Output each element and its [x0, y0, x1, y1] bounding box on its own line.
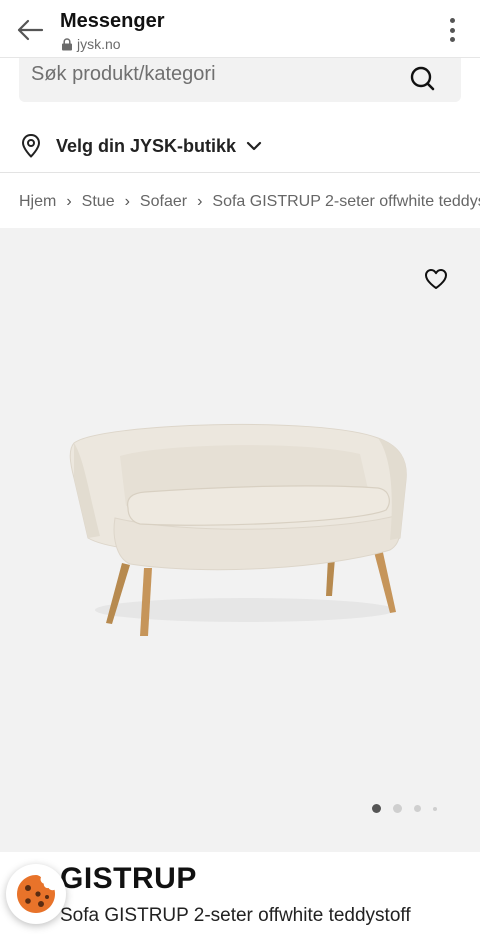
cookie-settings-button[interactable] — [6, 864, 66, 924]
more-vertical-icon — [449, 18, 455, 23]
url-text: jysk.no — [77, 36, 121, 52]
browser-header: Messenger jysk.no — [0, 0, 480, 58]
search-placeholder: Søk produkt/kategori — [31, 63, 216, 85]
gallery-pagination — [372, 804, 437, 813]
product-gallery[interactable] — [0, 228, 480, 852]
breadcrumb-stue[interactable]: Stue — [82, 193, 115, 211]
cookie-icon — [17, 875, 55, 913]
gallery-dot-active[interactable] — [372, 804, 381, 813]
search-icon[interactable] — [409, 62, 437, 94]
gallery-dot[interactable] — [414, 805, 421, 812]
breadcrumb-separator: › — [66, 193, 72, 210]
gallery-dot[interactable] — [433, 806, 437, 811]
back-button[interactable] — [14, 16, 46, 44]
more-options-button[interactable] — [444, 16, 460, 44]
url-display: jysk.no — [61, 36, 121, 52]
breadcrumb-home[interactable]: Hjem — [19, 193, 56, 211]
breadcrumb: Hjem › Stue › Sofaer › Sofa GISTRUP 2-se… — [19, 190, 480, 214]
app-title: Messenger — [60, 10, 165, 32]
breadcrumb-sofaer[interactable]: Sofaer — [140, 193, 187, 211]
lock-icon — [62, 37, 72, 50]
product-full-name: Sofa GISTRUP 2-seter offwhite teddystoff — [60, 905, 411, 926]
location-pin-icon — [22, 134, 40, 158]
breadcrumb-separator: › — [124, 193, 130, 210]
heart-icon — [425, 269, 447, 289]
chevron-down-icon — [246, 141, 262, 151]
breadcrumb-current: Sofa GISTRUP 2-seter offwhite teddystoff — [212, 193, 480, 210]
product-image — [69, 423, 407, 636]
store-label: Velg din JYSK-butikk — [56, 135, 237, 156]
search-input[interactable]: Søk produkt/kategori — [19, 58, 461, 102]
gallery-dot[interactable] — [393, 804, 402, 813]
divider — [0, 172, 480, 173]
arrow-left-icon — [17, 19, 44, 41]
breadcrumb-separator: › — [197, 193, 203, 210]
store-selector[interactable]: Velg din JYSK-butikk — [20, 130, 262, 162]
product-name: GISTRUP — [60, 862, 197, 895]
favorite-button[interactable] — [424, 268, 448, 295]
